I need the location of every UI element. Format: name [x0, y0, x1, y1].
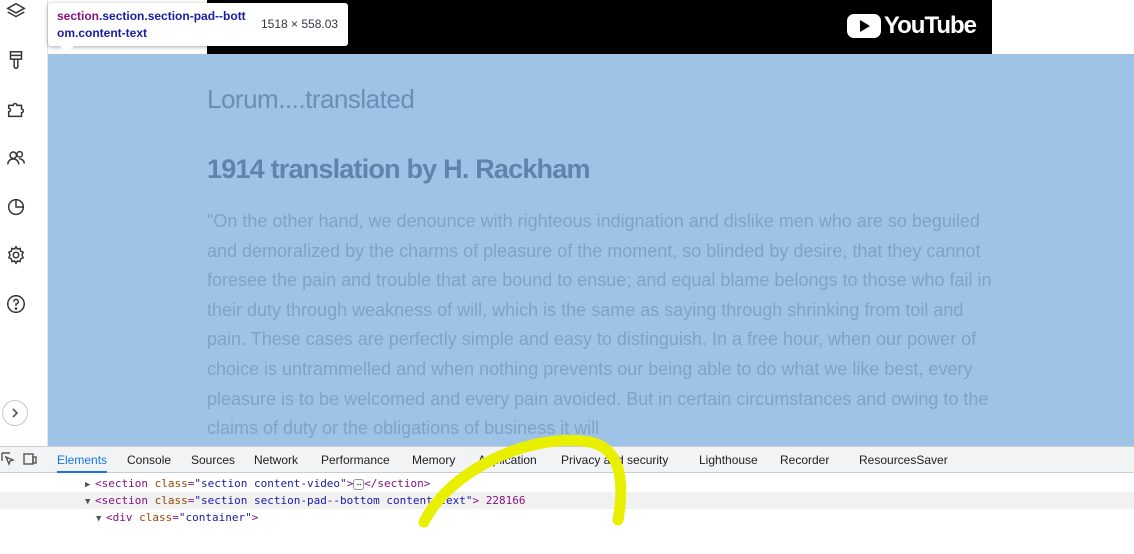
dom-node-content-video[interactable]: ▶ <section class="section content-video">…	[0, 475, 1134, 492]
collapsed-children-button[interactable]: ⋯	[353, 478, 365, 490]
layers-icon[interactable]	[4, 0, 28, 24]
tab-lighthouse[interactable]: Lighthouse	[699, 447, 758, 473]
inspect-tooltip: section.section.section-pad--bottom.cont…	[48, 3, 348, 53]
chevron-right-icon[interactable]	[2, 400, 28, 426]
youtube-logo-text: YouTube	[883, 12, 977, 39]
node-attr-value: "section content-video"	[194, 477, 347, 490]
devtools-tabbar: Elements Console Sources Network Perform…	[0, 447, 1134, 473]
dom-tree: ▶ <section class="section content-video">…	[0, 475, 1134, 526]
page-viewport: YouTube Lorum....translated 1914 transla…	[48, 0, 1134, 446]
play-icon	[846, 14, 881, 38]
dom-node-content-text[interactable]: ▼ <section class="section section-pad--bo…	[0, 492, 1134, 509]
tooltip-tag: section	[57, 9, 100, 23]
tooltip-dimensions: 1518 × 558.03	[261, 17, 339, 31]
node-tag-close: >	[251, 511, 259, 524]
gear-icon[interactable]	[4, 243, 28, 267]
node-tag-close: >	[346, 477, 354, 490]
node-attr-value: "section section-pad--bottom content-tex…	[194, 494, 473, 507]
tab-elements[interactable]: Elements	[57, 447, 108, 473]
tab-recorder[interactable]: Recorder	[780, 447, 829, 473]
content-container: Lorum....translated 1914 translation by …	[207, 84, 1007, 444]
youtube-logo[interactable]: YouTube	[846, 12, 977, 40]
tab-console[interactable]: Console	[127, 447, 171, 473]
puzzle-icon[interactable]	[4, 97, 28, 121]
node-attr-name: class	[154, 477, 188, 490]
side-toolbar	[0, 0, 48, 446]
tab-network[interactable]: Network	[254, 447, 298, 473]
help-icon[interactable]	[4, 292, 28, 316]
tab-memory[interactable]: Memory	[412, 447, 455, 473]
tab-performance[interactable]: Performance	[321, 447, 390, 473]
collapse-triangle-icon[interactable]: ▼	[96, 511, 106, 528]
inspect-element-icon[interactable]	[0, 451, 16, 467]
tab-privacy-security[interactable]: Privacy and security	[561, 447, 668, 473]
section-heading: Lorum....translated	[207, 84, 415, 114]
node-tag: <div	[106, 511, 133, 524]
brush-icon[interactable]	[4, 48, 28, 72]
pie-chart-icon[interactable]	[4, 195, 28, 219]
node-tag-close: >	[472, 494, 480, 507]
body-paragraph: "On the other hand, we denounce with rig…	[207, 211, 992, 439]
tab-application[interactable]: Application	[478, 447, 537, 473]
device-toolbar-icon[interactable]	[22, 451, 38, 467]
dom-node-container[interactable]: ▼ <div class="container">	[0, 509, 1134, 526]
devtools-panel: Elements Console Sources Network Perform…	[0, 446, 1134, 554]
inspected-section-highlight: Lorum....translated 1914 translation by …	[48, 54, 1134, 446]
devtools-icons	[0, 451, 40, 467]
node-tag: <section	[95, 494, 148, 507]
node-attr-value: "container"	[178, 511, 252, 524]
node-attr-name: class	[139, 511, 173, 524]
section-subheading: 1914 translation by H. Rackham	[207, 154, 590, 184]
tooltip-selector: section.section.section-pad--bottom.cont…	[57, 8, 247, 42]
tab-resourcessaver[interactable]: ResourcesSaver	[859, 447, 948, 473]
node-size-badge: 228166	[485, 494, 526, 507]
tab-sources[interactable]: Sources	[191, 447, 235, 473]
node-end-tag: </section>	[364, 477, 431, 490]
people-icon[interactable]	[4, 146, 28, 170]
node-attr-name: class	[154, 494, 188, 507]
node-tag: <section	[95, 477, 148, 490]
